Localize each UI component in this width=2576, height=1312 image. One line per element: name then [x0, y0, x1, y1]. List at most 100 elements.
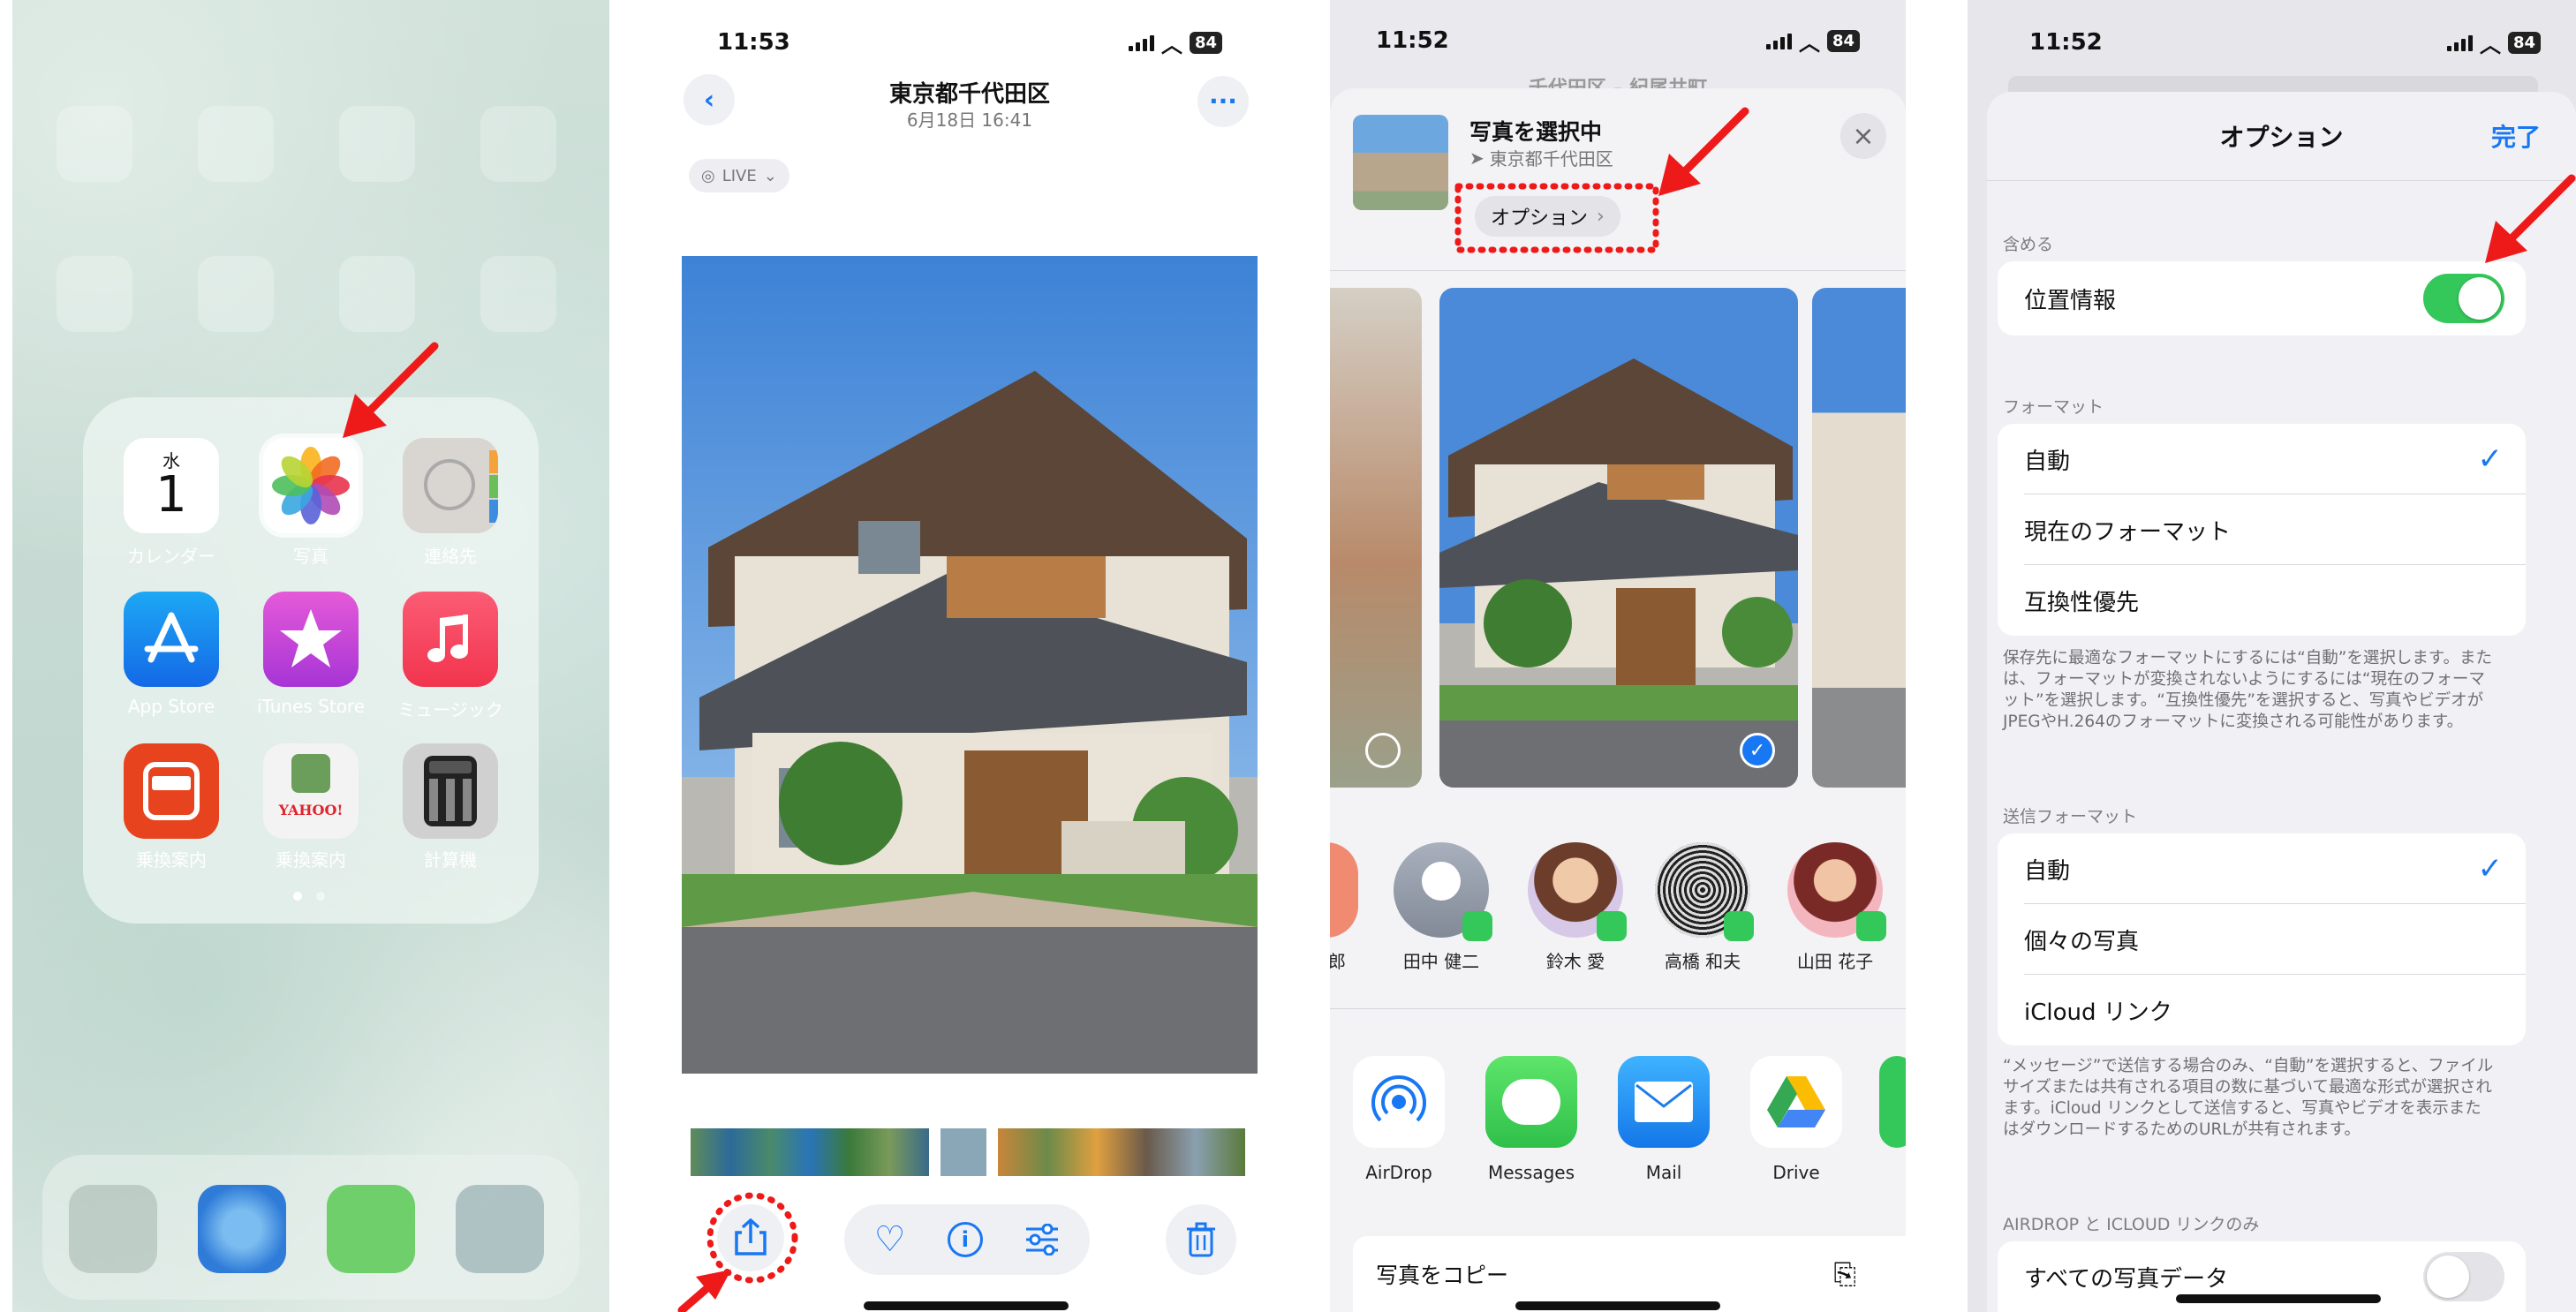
- star-icon[interactable]: [263, 592, 359, 687]
- house-photo[interactable]: [682, 256, 1258, 1074]
- messages-icon[interactable]: [1485, 1056, 1577, 1148]
- send-option-individual[interactable]: 個々の写真: [1998, 904, 2526, 975]
- itunes-star-icon: [280, 609, 342, 667]
- contacts-icon[interactable]: [403, 438, 498, 533]
- send-option-icloud[interactable]: iCloud リンク: [1998, 975, 2526, 1045]
- blurred-app: [480, 106, 556, 182]
- calendar-icon[interactable]: 水 1: [124, 438, 219, 533]
- house-illustration: [682, 256, 1258, 1074]
- current-thumbnail[interactable]: [941, 1128, 986, 1176]
- format-option-auto[interactable]: 自動 ✓: [1998, 424, 2526, 494]
- delete-button[interactable]: [1166, 1204, 1236, 1275]
- more-icon: ···: [1209, 87, 1237, 116]
- share-app-label: Drive: [1772, 1162, 1820, 1183]
- calculator-body: [424, 756, 477, 826]
- wifi-icon: ︿: [1798, 30, 1820, 56]
- previous-photo[interactable]: [1330, 288, 1422, 788]
- all-photo-data-toggle[interactable]: [2423, 1252, 2504, 1301]
- photos-icon[interactable]: [263, 438, 359, 533]
- done-button[interactable]: 完了: [2491, 118, 2541, 154]
- home-indicator: [1515, 1301, 1720, 1310]
- location-toggle[interactable]: [2423, 274, 2504, 323]
- music-note-icon[interactable]: [403, 592, 498, 687]
- photos-flower-icon: [272, 447, 350, 524]
- app-label-calendar: カレンダー: [127, 546, 215, 567]
- train-icon[interactable]: [124, 743, 219, 839]
- send-option-auto[interactable]: 自動 ✓: [1998, 833, 2526, 904]
- divider: [1330, 270, 1906, 271]
- thumbnail-strip[interactable]: [998, 1128, 1245, 1176]
- heart-icon[interactable]: ♡: [874, 1219, 906, 1260]
- house-illustration: [1439, 288, 1798, 788]
- all-photo-data-label: すべての写真データ: [2024, 1265, 2229, 1293]
- contact-name: 田中 健二: [1402, 951, 1480, 972]
- live-icon: ◎: [701, 166, 715, 185]
- divider: [1330, 1008, 1906, 1009]
- battery-icon: 84: [1826, 29, 1860, 52]
- signal-icon: [2446, 34, 2473, 51]
- selected-photo[interactable]: ✓: [1439, 288, 1798, 788]
- red-arrow-annotation: [677, 1270, 731, 1312]
- format-option-label: 現在のフォーマット: [2024, 518, 2232, 546]
- messages-badge-icon: [1462, 911, 1492, 941]
- red-arrow-annotation: [1658, 107, 1749, 196]
- blurred-app: [480, 256, 556, 332]
- live-button[interactable]: ◎ LIVE ⌄: [689, 159, 789, 192]
- status-bar: 11:52 ︿ 84: [1968, 26, 2576, 58]
- app-label-app-store: App Store: [127, 696, 215, 717]
- messages-badge-icon: [1597, 911, 1627, 941]
- background-sheet: [2008, 76, 2538, 94]
- yahoo-train-icon[interactable]: YAHOO!: [263, 743, 359, 839]
- home-screen-panel: 水 1 カレンダー 写真 連絡先 App Store iTunes Store …: [12, 0, 609, 1312]
- google-drive-icon[interactable]: [1750, 1056, 1842, 1148]
- checkmark-icon: ✓: [2477, 851, 2504, 886]
- wifi-icon: ︿: [2479, 32, 2501, 57]
- phone-icon[interactable]: [69, 1185, 157, 1273]
- calculator-icon[interactable]: [403, 743, 498, 839]
- safari-icon[interactable]: [198, 1185, 286, 1273]
- signal-icon: [1128, 34, 1154, 51]
- mail-icon[interactable]: [1618, 1056, 1710, 1148]
- app-label-calculator: 計算機: [424, 849, 477, 871]
- trash-icon: [1187, 1222, 1215, 1257]
- app-store-icon[interactable]: [124, 592, 219, 687]
- photo-view-panel: 11:53 ︿ 84 ‹ 東京都千代田区 6月18日 16:41 ··· ◎ L…: [671, 0, 1268, 1312]
- signal-icon: [1765, 32, 1792, 49]
- info-icon[interactable]: i: [947, 1222, 983, 1257]
- format-note: 保存先に最適なフォーマットにするには“自動”を選択します。または、フォーマットが…: [2003, 649, 2493, 731]
- format-option-compatible[interactable]: 互換性優先: [1998, 565, 2526, 636]
- next-photo[interactable]: [1812, 288, 1906, 788]
- contacts-tab: [489, 500, 498, 523]
- red-arrow-annotation: [2485, 174, 2576, 263]
- status-bar: 11:52 ︿ 84: [1330, 25, 1906, 57]
- thumbnail-strip[interactable]: [691, 1128, 929, 1176]
- location-row: 位置情報: [1998, 263, 2526, 334]
- blurred-app-icon[interactable]: [456, 1185, 544, 1273]
- train-front-glyph: [143, 762, 200, 820]
- status-time: 11:52: [2029, 29, 2103, 56]
- format-option-current[interactable]: 現在のフォーマット: [1998, 494, 2526, 565]
- unselected-circle-icon[interactable]: [1365, 733, 1401, 768]
- blurred-app: [198, 256, 274, 332]
- adjust-icon[interactable]: [1024, 1224, 1060, 1255]
- airdrop-icon[interactable]: [1353, 1056, 1445, 1148]
- blurred-app: [57, 106, 132, 182]
- photo-date: 6月18日 16:41: [906, 109, 1033, 131]
- format-option-label: 互換性優先: [2024, 589, 2140, 616]
- battery-icon: 84: [1189, 31, 1222, 54]
- next-app-icon[interactable]: [1879, 1056, 1906, 1148]
- more-button[interactable]: ···: [1197, 76, 1249, 127]
- red-arrow-annotation: [343, 342, 439, 438]
- selected-check-icon[interactable]: ✓: [1740, 733, 1775, 768]
- app-label-transit-2: 乗換案内: [276, 849, 346, 871]
- send-option-label: 個々の写真: [2024, 928, 2140, 955]
- close-button[interactable]: ×: [1840, 113, 1886, 159]
- person-icon: [424, 459, 475, 510]
- messages-icon[interactable]: [327, 1185, 415, 1273]
- music-note-glyph: [427, 615, 468, 662]
- battery-icon: 84: [2507, 31, 2541, 54]
- airdrop-rings-icon: [1371, 1075, 1426, 1122]
- envelope-icon: [1635, 1082, 1693, 1122]
- format-option-label: 自動: [2024, 448, 2071, 475]
- contacts-tab: [489, 450, 498, 473]
